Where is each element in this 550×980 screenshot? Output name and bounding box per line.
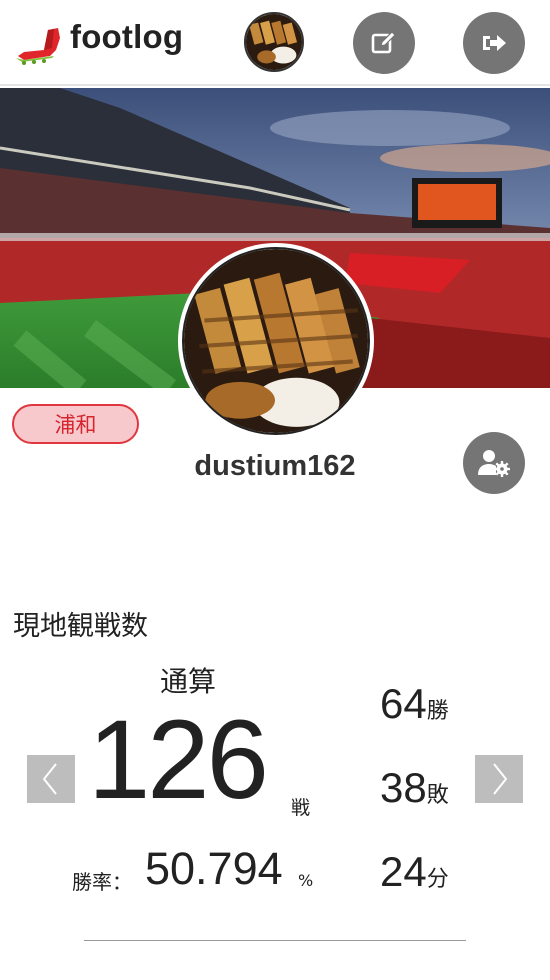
app-header: footlog <box>0 0 550 86</box>
draws-unit: 分 <box>426 866 449 891</box>
draws-value: 24 <box>380 848 427 895</box>
prev-period-button[interactable] <box>27 755 75 803</box>
total-matches-unit: 戦 <box>291 797 311 819</box>
logout-button[interactable] <box>463 12 525 74</box>
app-name[interactable]: footlog <box>70 18 183 56</box>
winrate-label: 勝率： <box>72 870 132 894</box>
wins-unit: 勝 <box>426 698 449 723</box>
profile-settings-button[interactable] <box>463 432 525 494</box>
edit-button[interactable] <box>353 12 415 74</box>
user-settings-icon <box>478 450 510 477</box>
winrate-value: 50.794 <box>145 843 283 894</box>
header-avatar[interactable] <box>244 12 304 72</box>
team-badge[interactable]: 浦和 <box>12 404 139 444</box>
losses-value: 38 <box>380 764 427 811</box>
next-period-button[interactable] <box>475 755 523 803</box>
football-boot-icon <box>16 28 60 65</box>
edit-icon <box>371 31 396 54</box>
wins-record: 64勝 <box>380 680 449 728</box>
logout-icon <box>483 35 506 51</box>
section-title: 現地観戦数 <box>13 611 148 642</box>
divider <box>84 940 466 941</box>
losses-unit: 敗 <box>426 782 449 807</box>
chevron-left-icon <box>42 763 57 795</box>
chevron-right-icon <box>493 763 508 795</box>
losses-record: 38敗 <box>380 764 449 812</box>
period-label: 通算 <box>159 665 216 698</box>
total-matches: 126 <box>88 697 269 822</box>
draws-record: 24分 <box>380 848 449 896</box>
winrate-unit: % <box>298 871 314 890</box>
wins-value: 64 <box>380 680 427 727</box>
profile-avatar[interactable] <box>178 243 374 439</box>
